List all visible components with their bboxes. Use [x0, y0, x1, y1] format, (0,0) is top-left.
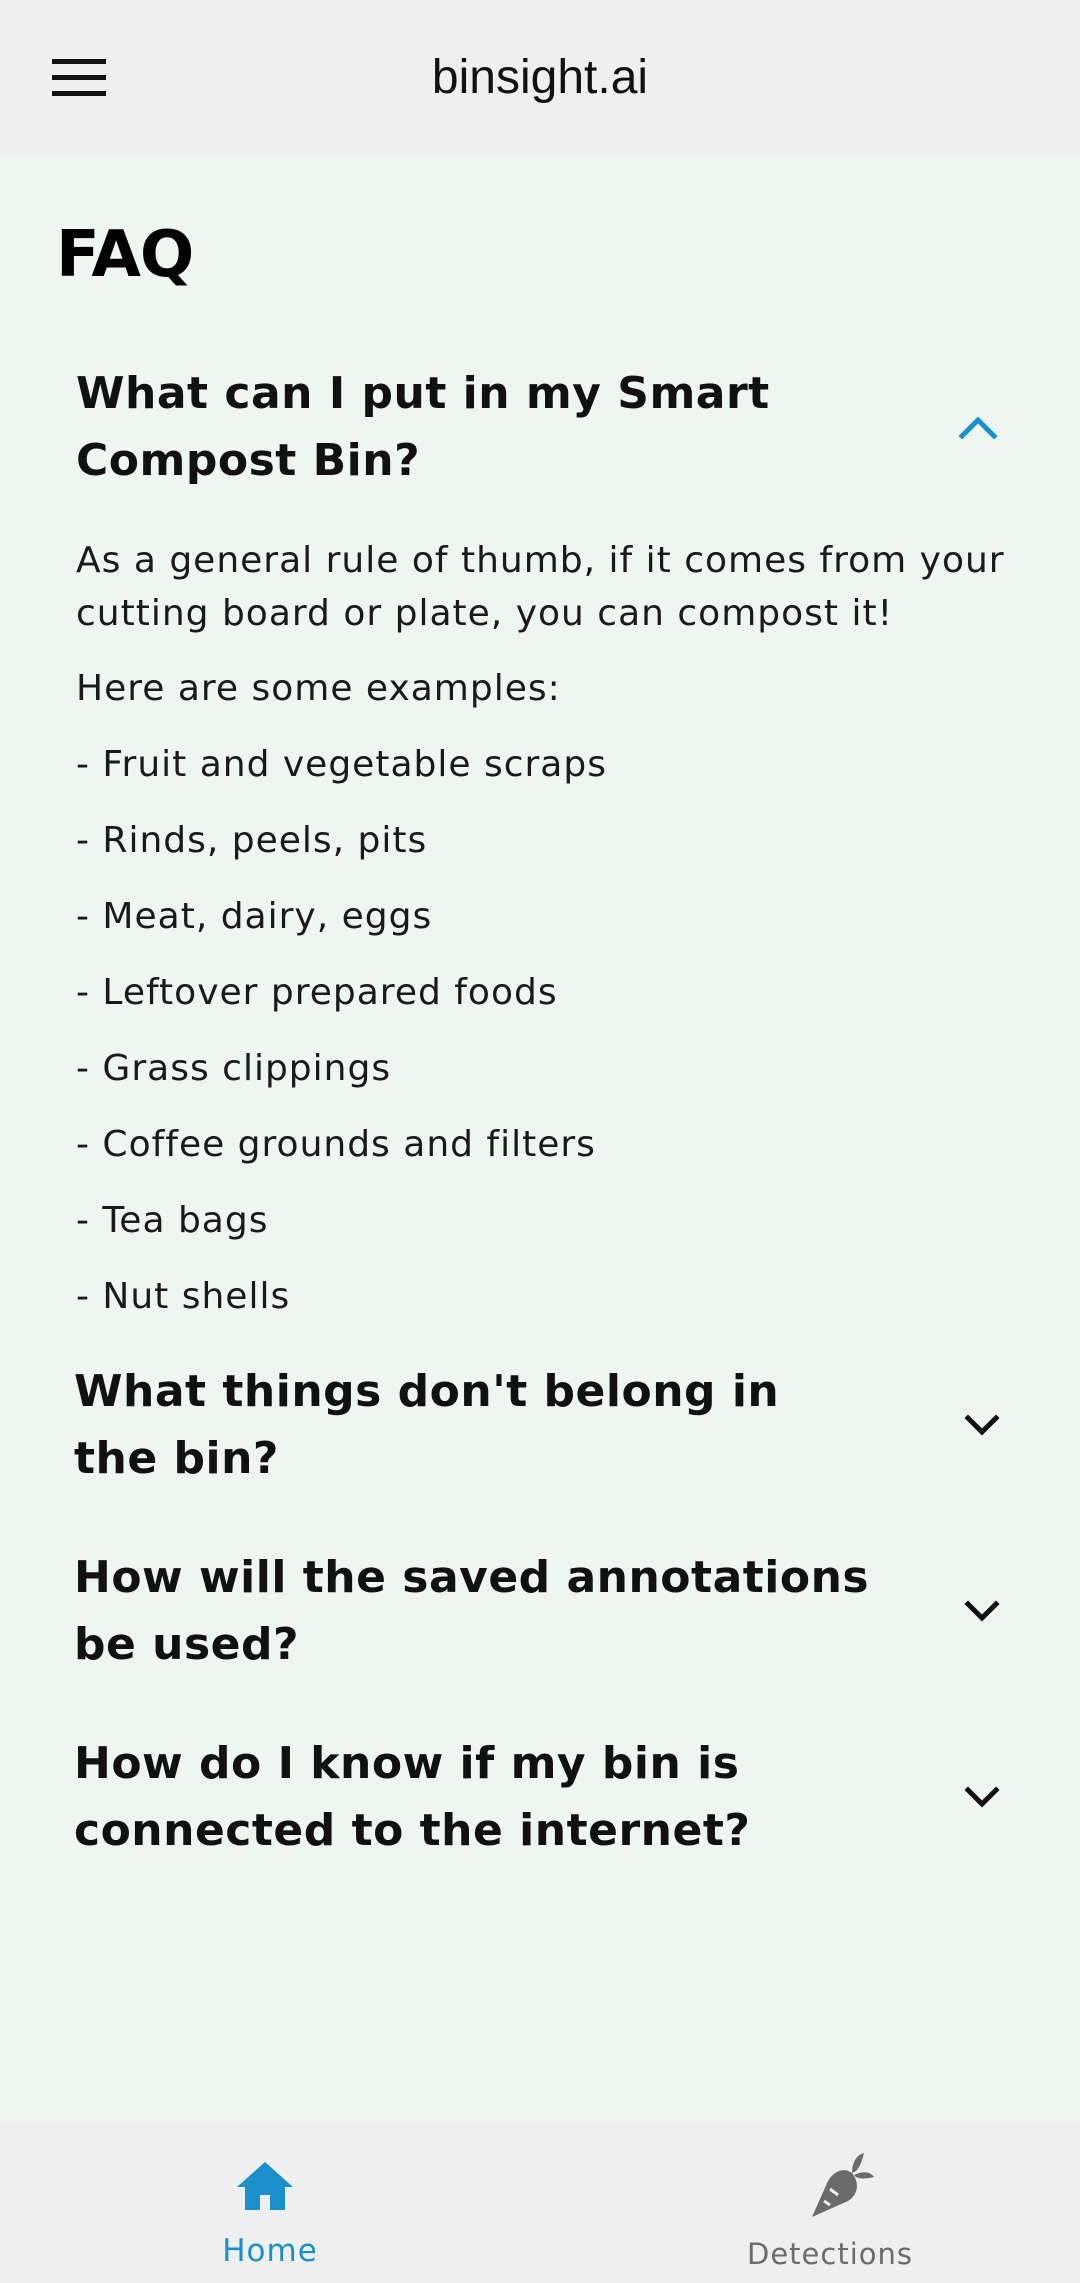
answer-example-item: - Leftover prepared foods [76, 972, 558, 1013]
faq-question-toggle[interactable]: What things don't belong in the bin? [74, 1358, 1024, 1492]
faq-item-annotations: How will the saved annotations be used? [74, 1544, 1024, 1678]
chevron-down-icon [958, 1401, 1006, 1449]
faq-question-text: What can I put in my Smart Compost Bin? [76, 368, 770, 486]
top-app-bar: binsight.ai [0, 0, 1080, 156]
menu-button[interactable] [44, 50, 114, 106]
chevron-down-icon [958, 1587, 1006, 1635]
answer-example-item: - Grass clippings [76, 1048, 392, 1089]
bottom-navigation: Home Detections [0, 2121, 1080, 2283]
hamburger-menu-icon [52, 59, 106, 97]
nav-tab-label: Home [222, 2233, 318, 2269]
carrot-icon [807, 2151, 877, 2221]
faq-item-internet: How do I know if my bin is connected to … [74, 1730, 1024, 1864]
faq-answer: As a general rule of thumb, if it comes … [76, 534, 1026, 1324]
nav-tab-label: Detections [747, 2237, 913, 2271]
answer-example-item: - Coffee grounds and filters [76, 1124, 596, 1165]
nav-tab-home[interactable]: Home [0, 2121, 540, 2283]
answer-example-item: - Tea bags [76, 1200, 269, 1241]
faq-question-text: How will the saved annotations be used? [74, 1552, 870, 1670]
faq-item-compost-bin: What can I put in my Smart Compost Bin? … [76, 360, 1026, 1346]
chevron-up-icon [954, 403, 1002, 451]
faq-question-toggle[interactable]: How will the saved annotations be used? [74, 1544, 1024, 1678]
answer-example-item: - Rinds, peels, pits [76, 820, 428, 861]
faq-question-toggle[interactable]: What can I put in my Smart Compost Bin? [76, 360, 1026, 494]
page-title: FAQ [56, 218, 194, 292]
app-title: binsight.ai [431, 51, 649, 104]
faq-question-toggle[interactable]: How do I know if my bin is connected to … [74, 1730, 1024, 1864]
faq-question-text: What things don't belong in the bin? [74, 1366, 780, 1484]
answer-example-item: - Nut shells [76, 1276, 291, 1317]
faq-item-not-in-bin: What things don't belong in the bin? [74, 1358, 1024, 1492]
nav-tab-detections[interactable]: Detections [540, 2121, 1080, 2283]
answer-intro-text: As a general rule of thumb, if it comes … [76, 540, 1005, 634]
answer-example-item: - Meat, dairy, eggs [76, 896, 433, 937]
faq-question-text: How do I know if my bin is connected to … [74, 1738, 751, 1856]
answer-examples-heading: Here are some examples: [76, 668, 561, 709]
home-icon [230, 2151, 300, 2221]
answer-example-item: - Fruit and vegetable scraps [76, 744, 607, 785]
chevron-down-icon [958, 1773, 1006, 1821]
